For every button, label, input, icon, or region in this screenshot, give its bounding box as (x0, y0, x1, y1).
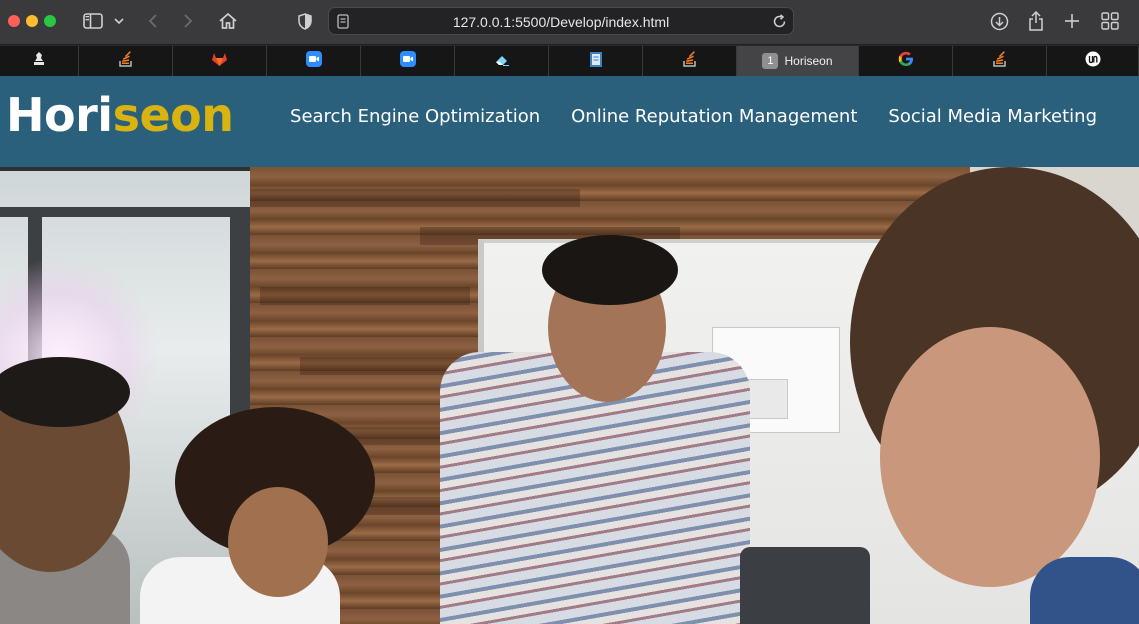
new-tab-icon[interactable] (1063, 9, 1081, 33)
logo-accent: seon (112, 88, 234, 142)
back-icon[interactable] (145, 9, 161, 33)
hero-image (0, 167, 1139, 624)
nav-link-social-media[interactable]: Social Media Marketing (888, 106, 1097, 127)
document-icon (589, 51, 603, 72)
zoom-icon (305, 51, 322, 71)
unsplash-icon (1085, 51, 1101, 71)
close-window-button[interactable] (8, 15, 20, 27)
google-icon (898, 51, 914, 71)
minimize-window-button[interactable] (26, 15, 38, 27)
tab-overview-icon[interactable] (1100, 9, 1120, 33)
logo-main: Hori (6, 88, 113, 142)
stack-overflow-icon (992, 51, 1008, 71)
tab-bcu[interactable] (0, 46, 79, 76)
tab-stack-overflow-3[interactable] (953, 46, 1047, 76)
bcu-icon (31, 51, 47, 71)
tab-zoom-2[interactable] (361, 46, 455, 76)
gitlab-icon (211, 51, 228, 71)
stack-overflow-icon (118, 51, 134, 71)
zoom-window-button[interactable] (44, 15, 56, 27)
nav-link-reputation[interactable]: Online Reputation Management (571, 106, 857, 127)
address-bar[interactable]: 127.0.0.1:5500/Develop/index.html (328, 7, 794, 35)
browser-toolbar: 127.0.0.1:5500/Develop/index.html (0, 0, 1139, 45)
tab-zoom-1[interactable] (267, 46, 361, 76)
tab-gitlab[interactable] (173, 46, 267, 76)
tab-unsplash[interactable] (1047, 46, 1139, 76)
tab-label: Horiseon (784, 54, 833, 68)
tab-google[interactable] (859, 46, 953, 76)
eraser-icon (494, 52, 510, 71)
home-icon[interactable] (217, 9, 239, 33)
tab-eraser[interactable] (455, 46, 549, 76)
sidebar-icon[interactable] (82, 9, 104, 33)
stack-overflow-icon (682, 51, 698, 71)
share-icon[interactable] (1027, 9, 1045, 33)
chevron-down-icon[interactable] (112, 9, 126, 33)
nav-link-seo[interactable]: Search Engine Optimization (290, 106, 540, 127)
url-text[interactable]: 127.0.0.1:5500/Develop/index.html (329, 14, 793, 30)
tab-stack-overflow[interactable] (79, 46, 173, 76)
shield-icon[interactable] (296, 9, 314, 33)
site-logo[interactable]: Horiseon (6, 88, 234, 142)
tab-number-badge: 1 (762, 53, 779, 69)
site-header: Horiseon Search Engine Optimization Onli… (0, 76, 1139, 167)
tab-stack-overflow-2[interactable] (643, 46, 737, 76)
downloads-icon[interactable] (989, 9, 1009, 33)
tab-document[interactable] (549, 46, 643, 76)
zoom-icon (399, 51, 416, 71)
reload-icon[interactable] (772, 14, 787, 33)
forward-icon[interactable] (180, 9, 196, 33)
tab-strip: 1 Horiseon (0, 46, 1139, 76)
tab-horiseon[interactable]: 1 Horiseon (737, 46, 859, 76)
main-nav: Search Engine Optimization Online Reputa… (290, 106, 1097, 127)
